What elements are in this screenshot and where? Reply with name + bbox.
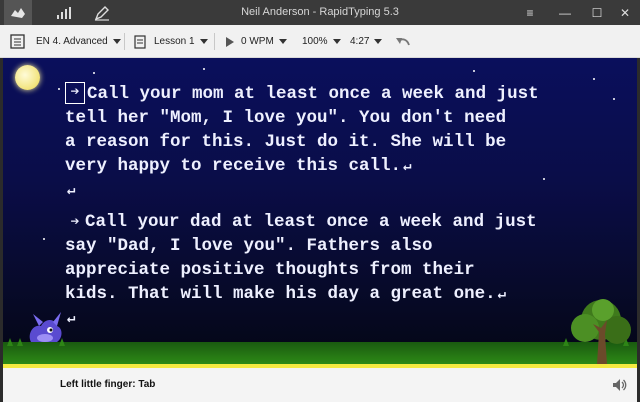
- text-line: kids. That will make his day a great one…: [65, 284, 507, 304]
- minimize-button[interactable]: —: [550, 0, 580, 25]
- text-line: ↵: [65, 306, 625, 330]
- toolbar: EN 4. Advanced Lesson 1 0 WPM 100% 4:27: [0, 25, 640, 58]
- zoom-dropdown[interactable]: 100%: [302, 25, 341, 58]
- text-line: very happy to receive this call. ↵: [65, 156, 412, 176]
- star-decoration: [93, 72, 95, 74]
- lesson-dropdown[interactable]: Lesson 1: [154, 25, 208, 58]
- restart-icon[interactable]: [395, 35, 411, 49]
- tree-image: [571, 299, 631, 364]
- return-icon: ↵: [497, 287, 507, 303]
- grass-decoration: [7, 338, 13, 346]
- finger-hint: Left little finger: Tab: [60, 379, 156, 390]
- tab-icon: ➔: [70, 214, 80, 231]
- lesson-label: Lesson 1: [154, 36, 195, 47]
- star-decoration: [58, 88, 60, 90]
- speed-dropdown[interactable]: 0 WPM: [241, 25, 287, 58]
- text-line: tell her "Mom, I love you". You don't ne…: [65, 108, 507, 128]
- play-button[interactable]: [225, 36, 235, 48]
- speaker-icon[interactable]: [611, 377, 627, 393]
- text-line: ➔ Call your mom at least once a week and …: [65, 82, 625, 106]
- text-line: ➔ Call your dad at least once a week and …: [65, 210, 625, 234]
- zoom-value: 100%: [302, 36, 328, 47]
- chevron-down-icon: [199, 38, 208, 44]
- return-icon: ↵: [403, 159, 412, 175]
- menu-icon[interactable]: ≡: [515, 0, 545, 25]
- speed-value: 0 WPM: [241, 36, 274, 47]
- close-button[interactable]: ✕: [610, 0, 640, 25]
- title-bar: Neil Anderson - RapidTyping 5.3 ≡ — ☐ ✕: [0, 0, 640, 25]
- star-decoration: [203, 68, 205, 70]
- star-decoration: [43, 238, 45, 240]
- chevron-down-icon: [374, 38, 383, 44]
- chevron-down-icon: [278, 38, 287, 44]
- current-tab-icon: ➔: [65, 82, 85, 104]
- moon-image: [15, 65, 40, 90]
- return-icon: ↵: [67, 311, 76, 327]
- maximize-button[interactable]: ☐: [582, 0, 612, 25]
- lesson-list-icon[interactable]: [134, 35, 146, 49]
- lesson-area: ➔ Call your mom at least once a week and …: [3, 58, 637, 364]
- return-icon: ↵: [67, 183, 76, 199]
- course-label: EN 4. Advanced: [36, 36, 108, 47]
- divider: [214, 33, 215, 50]
- text-line: a reason for this. Just do it. She will …: [65, 132, 507, 152]
- course-dropdown[interactable]: EN 4. Advanced: [36, 25, 121, 58]
- status-bar: Left little finger: Tab: [3, 368, 637, 402]
- text-line: say "Dad, I love you". Fathers also: [65, 236, 433, 256]
- chevron-down-icon: [332, 38, 341, 44]
- text-line: ↵: [65, 178, 625, 202]
- grass-ground: [3, 342, 637, 364]
- course-book-icon[interactable]: [10, 34, 26, 49]
- dragon-mascot-icon: [29, 312, 62, 342]
- star-decoration: [593, 78, 595, 80]
- chevron-down-icon: [112, 38, 121, 44]
- time-value: 4:27: [350, 36, 370, 47]
- star-decoration: [473, 70, 475, 72]
- time-dropdown[interactable]: 4:27: [350, 25, 383, 58]
- lesson-text[interactable]: ➔ Call your mom at least once a week and …: [65, 82, 625, 330]
- divider: [124, 33, 125, 50]
- text-line: appreciate positive thoughts from their: [65, 260, 475, 280]
